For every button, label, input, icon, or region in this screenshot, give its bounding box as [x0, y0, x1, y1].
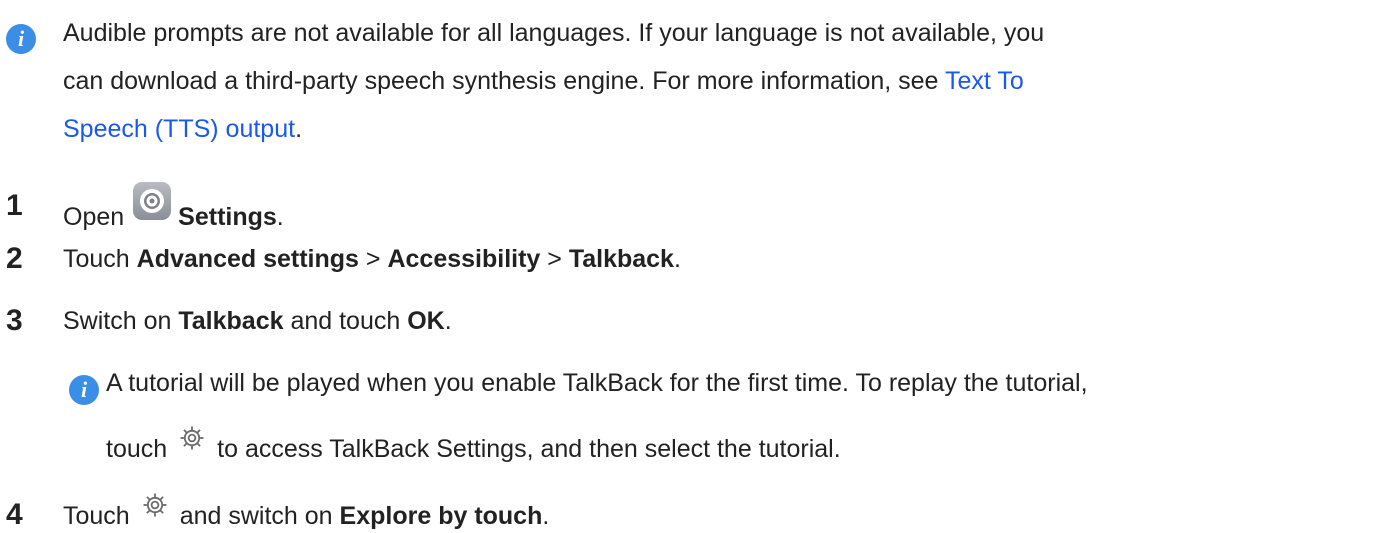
punctuation: . [542, 502, 550, 530]
step-text: Open Settings. [63, 182, 284, 232]
step-text-touch: Touch [63, 245, 137, 273]
step-text-switch-on: and switch on [179, 502, 340, 530]
talkback-label: Talkback [568, 245, 674, 273]
step-text: Touch and switch on Explore by touch. [63, 493, 550, 531]
step-number: 4 [6, 498, 23, 531]
step-number: 1 [6, 189, 23, 222]
note-line: can download a third-party speech synthe… [63, 66, 1024, 96]
separator: > [540, 245, 569, 273]
separator: > [358, 245, 388, 273]
settings-app-icon [132, 181, 172, 221]
note-text: can download a third-party speech synthe… [63, 67, 945, 95]
punctuation: . [444, 307, 452, 335]
ok-label: OK [407, 307, 445, 335]
step-number: 2 [6, 242, 23, 275]
step-text: Switch on Talkback and touch OK. [63, 306, 452, 336]
step-text-switch-on: Switch on [63, 307, 179, 335]
note-text: . [295, 115, 303, 143]
accessibility-label: Accessibility [387, 245, 541, 273]
note-line: touch to access TalkBack Settings, and t… [106, 426, 841, 464]
note-line: Speech (TTS) output. [63, 114, 302, 144]
info-icon: i [69, 375, 99, 405]
note-text: to access TalkBack Settings, and then se… [217, 435, 841, 463]
talkback-label: Talkback [178, 307, 284, 335]
punctuation: . [276, 203, 284, 231]
note-text: touch [106, 435, 168, 463]
explore-by-touch-label: Explore by touch [339, 502, 543, 530]
note-line: A tutorial will be played when you enabl… [106, 369, 1088, 397]
gear-icon [179, 425, 205, 451]
gear-icon [142, 492, 168, 518]
note-line: Audible prompts are not available for al… [63, 19, 1045, 47]
step-text: Touch Advanced settings > Accessibility … [63, 244, 681, 274]
step-number: 3 [6, 304, 23, 337]
punctuation: . [673, 245, 681, 273]
settings-label: Settings [178, 203, 277, 231]
step-text-open: Open [63, 203, 125, 231]
info-icon: i [6, 24, 36, 54]
tts-output-link[interactable]: Text To [945, 67, 1024, 95]
tts-output-link-continued[interactable]: Speech (TTS) output [63, 115, 295, 143]
step-text-touch: Touch [63, 502, 130, 530]
advanced-settings-label: Advanced settings [136, 245, 359, 273]
step-text-and-touch: and touch [283, 307, 408, 335]
